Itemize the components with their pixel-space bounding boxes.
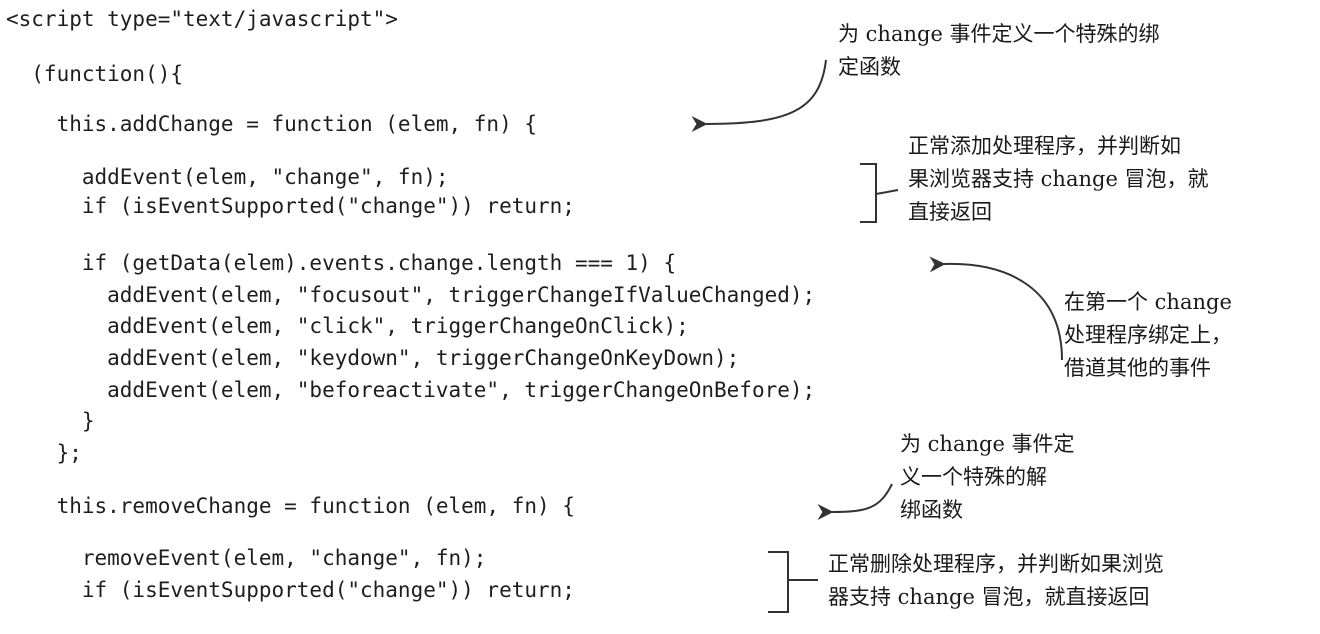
annotation-line: 器支持 change 冒泡，就直接返回: [828, 585, 1150, 609]
callout-arrow-first-handler: [929, 256, 1063, 361]
annotation-line: 正常删除处理程序，并判断如果浏览: [828, 552, 1164, 576]
annotation-line: 定函数: [838, 55, 901, 79]
callout-arrow-add-change: [691, 59, 827, 133]
annotation-line: 在第一个 change: [1064, 290, 1232, 314]
callout-bracket-remove-handler: [768, 551, 818, 613]
annotation-line: 直接返回: [908, 200, 992, 224]
annotation-line: 义一个特殊的解: [900, 465, 1047, 489]
annotation-line: 处理程序绑定上，: [1064, 323, 1232, 347]
annotation-line: 绑函数: [900, 498, 963, 522]
annotation-line: 为 change 事件定义一个特殊的绑: [838, 22, 1160, 46]
annotation-line: 果浏览器支持 change 冒泡，就: [908, 167, 1209, 191]
annotation-line: 为 change 事件定: [900, 432, 1075, 456]
callout-arrow-remove-change: [817, 483, 893, 521]
annotation-line: 正常添加处理程序，并判断如: [908, 134, 1181, 158]
annotation-line: 借道其他的事件: [1064, 356, 1211, 380]
callout-bracket-add-handler: [860, 163, 899, 223]
